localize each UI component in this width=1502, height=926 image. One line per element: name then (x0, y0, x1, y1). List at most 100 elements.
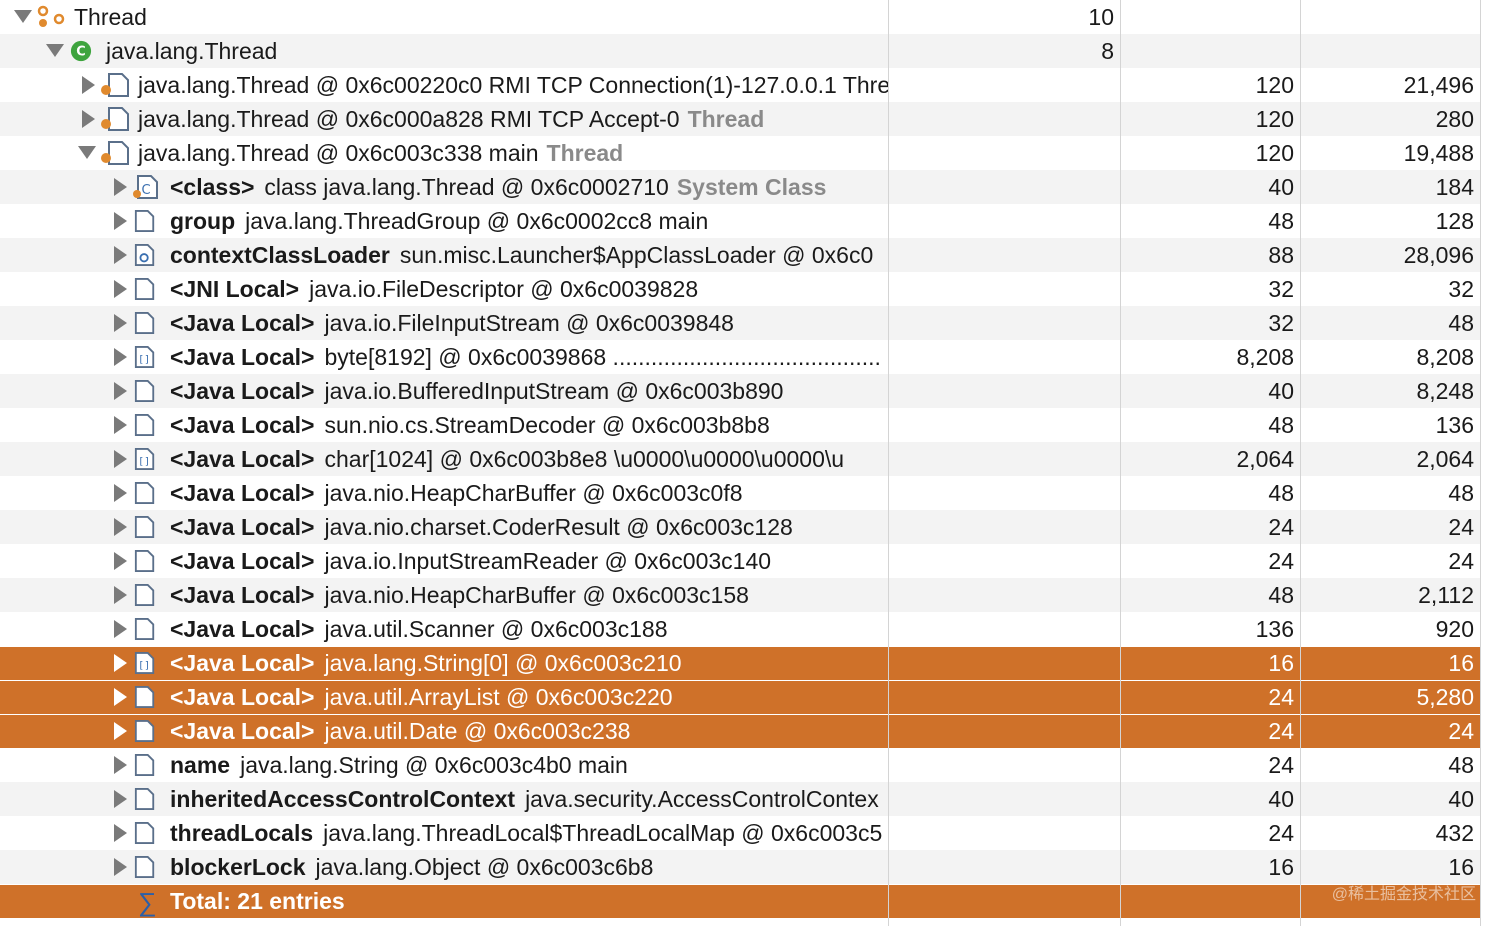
objects-cell (888, 204, 1120, 238)
object-icon (134, 822, 155, 844)
tree-row[interactable]: <Java Local> java.io.BufferedInputStream… (0, 374, 1480, 408)
expand-toggle-icon[interactable] (114, 484, 127, 502)
field-name: <Java Local> (170, 718, 315, 744)
name-cell: <Java Local> java.util.Date @ 0x6c003c23… (0, 715, 888, 748)
total-label: Total: 21 entries (170, 888, 345, 914)
object-icon (134, 516, 155, 538)
column-separator[interactable] (1120, 0, 1121, 926)
tree-row[interactable]: java.lang.Thread @ 0x6c00220c0 RMI TCP C… (0, 68, 1480, 102)
name-cell: name java.lang.String @ 0x6c003c4b0 main (0, 748, 888, 782)
tree-row[interactable]: inheritedAccessControlContext java.secur… (0, 782, 1480, 816)
column-separator[interactable] (1300, 0, 1301, 926)
tree-row[interactable]: <JNI Local> java.io.FileDescriptor @ 0x6… (0, 272, 1480, 306)
tree-row[interactable]: C java.lang.Thread 8 (0, 34, 1480, 68)
retained-heap-cell: 2,064 (1416, 445, 1474, 472)
tree-row[interactable]: <Java Local> java.nio.HeapCharBuffer @ 0… (0, 476, 1480, 510)
expand-toggle-icon[interactable] (114, 858, 127, 876)
expand-toggle-icon[interactable] (114, 178, 127, 196)
retained-heap-cell: 32 (1448, 275, 1474, 302)
object-icon (134, 720, 155, 742)
field-name: <Java Local> (170, 411, 315, 438)
field-name: <Java Local> (170, 650, 315, 676)
objects-cell (888, 544, 1120, 578)
shallow-heap-cell: 88 (1268, 241, 1294, 268)
object-icon (134, 414, 155, 436)
field-value: sun.nio.cs.StreamDecoder @ 0x6c003b8b8 (324, 411, 770, 438)
shallow-heap-cell: 2,064 (1236, 445, 1294, 472)
tree-row[interactable]: <Java Local> java.io.InputStreamReader @… (0, 544, 1480, 578)
field-value: char[1024] @ 0x6c003b8e8 \u0000\u0000\u0… (324, 445, 845, 472)
tree-row[interactable]: C <class> class java.lang.Thread @ 0x6c0… (0, 170, 1480, 204)
name-cell: [] <Java Local> java.lang.String[0] @ 0x… (0, 647, 888, 680)
tree-row[interactable]: Thread 10 (0, 0, 1480, 34)
expand-toggle-icon[interactable] (114, 790, 127, 808)
shallow-heap-cell: 32 (1268, 309, 1294, 336)
retained-heap-cell: 128 (1435, 207, 1474, 234)
tree-row[interactable]: java.lang.Thread @ 0x6c003c338 main Thre… (0, 136, 1480, 170)
tree-row[interactable]: threadLocals java.lang.ThreadLocal$Threa… (0, 816, 1480, 850)
shallow-heap-cell: 120 (1255, 105, 1294, 132)
retained-heap-cell: 16 (1448, 650, 1474, 676)
tree-row[interactable]: [] <Java Local> char[1024] @ 0x6c003b8e8… (0, 442, 1480, 476)
tree-row-selected[interactable]: <Java Local> java.util.Date @ 0x6c003c23… (0, 714, 1480, 748)
expand-toggle-icon[interactable] (114, 824, 127, 842)
expand-toggle-icon[interactable] (114, 756, 127, 774)
tree-row[interactable]: <Java Local> sun.nio.cs.StreamDecoder @ … (0, 408, 1480, 442)
shallow-heap-cell: 16 (1268, 650, 1294, 676)
name-cell: [] <Java Local> char[1024] @ 0x6c003b8e8… (0, 442, 888, 476)
expand-toggle-icon[interactable] (114, 654, 127, 672)
objects-cell (888, 306, 1120, 340)
retained-heap-cell: 8,248 (1416, 377, 1474, 404)
expand-toggle-icon[interactable] (114, 314, 127, 332)
tree-row[interactable]: java.lang.Thread @ 0x6c000a828 RMI TCP A… (0, 102, 1480, 136)
expand-toggle-icon[interactable] (114, 620, 127, 638)
expand-toggle-icon[interactable] (114, 246, 127, 264)
tree-row[interactable]: <Java Local> java.io.FileInputStream @ 0… (0, 306, 1480, 340)
tree-row[interactable]: <Java Local> java.nio.HeapCharBuffer @ 0… (0, 578, 1480, 612)
retained-heap-cell: 28,096 (1403, 241, 1474, 268)
expand-toggle-icon[interactable] (114, 552, 127, 570)
tree-row[interactable]: <Java Local> java.nio.charset.CoderResul… (0, 510, 1480, 544)
expand-toggle-icon[interactable] (114, 382, 127, 400)
retained-heap-cell: 24 (1448, 513, 1474, 540)
expand-toggle-icon[interactable] (82, 76, 95, 94)
name-cell: <Java Local> java.util.ArrayList @ 0x6c0… (0, 681, 888, 714)
total-row[interactable]: ∑ Total: 21 entries (0, 884, 1480, 918)
objects-cell (888, 647, 1120, 680)
field-value: java.nio.charset.CoderResult @ 0x6c003c1… (324, 513, 793, 540)
expand-toggle-icon[interactable] (46, 44, 64, 57)
tree-row[interactable]: group java.lang.ThreadGroup @ 0x6c0002cc… (0, 204, 1480, 238)
expand-toggle-icon[interactable] (114, 688, 127, 706)
thread-object-icon (101, 107, 129, 131)
tree-row[interactable]: <Java Local> java.util.Scanner @ 0x6c003… (0, 612, 1480, 646)
expand-toggle-icon[interactable] (114, 722, 127, 740)
expand-toggle-icon[interactable] (114, 450, 127, 468)
objects-cell (888, 272, 1120, 306)
tree-row-selected[interactable]: <Java Local> java.util.ArrayList @ 0x6c0… (0, 680, 1480, 714)
objects-cell (888, 681, 1120, 714)
tree-row[interactable]: blockerLock java.lang.Object @ 0x6c003c6… (0, 850, 1480, 884)
expand-toggle-icon[interactable] (82, 110, 95, 128)
tree-row[interactable]: [] <Java Local> byte[8192] @ 0x6c0039868… (0, 340, 1480, 374)
tree-row-selected[interactable]: [] <Java Local> java.lang.String[0] @ 0x… (0, 646, 1480, 680)
expand-toggle-icon[interactable] (14, 10, 32, 23)
field-value: byte[8192] @ 0x6c0039868 ...............… (324, 343, 881, 370)
column-separator[interactable] (888, 0, 889, 926)
object-icon (134, 312, 155, 334)
column-separator[interactable] (1480, 0, 1481, 926)
tree-row[interactable]: contextClassLoader sun.misc.Launcher$App… (0, 238, 1480, 272)
expand-toggle-icon[interactable] (114, 586, 127, 604)
collapse-toggle-icon[interactable] (78, 146, 96, 159)
expand-toggle-icon[interactable] (114, 518, 127, 536)
retained-heap-cell: 920 (1435, 615, 1474, 642)
object-icon (134, 278, 155, 300)
object-icon (134, 210, 155, 232)
expand-toggle-icon[interactable] (114, 416, 127, 434)
field-value: java.util.Date @ 0x6c003c238 (324, 718, 631, 744)
expand-toggle-icon[interactable] (114, 348, 127, 366)
expand-toggle-icon[interactable] (114, 212, 127, 230)
tree-row[interactable]: name java.lang.String @ 0x6c003c4b0 main… (0, 748, 1480, 782)
expand-toggle-icon[interactable] (114, 280, 127, 298)
retained-heap-cell: 432 (1435, 819, 1474, 846)
object-tree-table: Thread 10 C java.lang.Thread 8 java.lang… (0, 0, 1502, 926)
